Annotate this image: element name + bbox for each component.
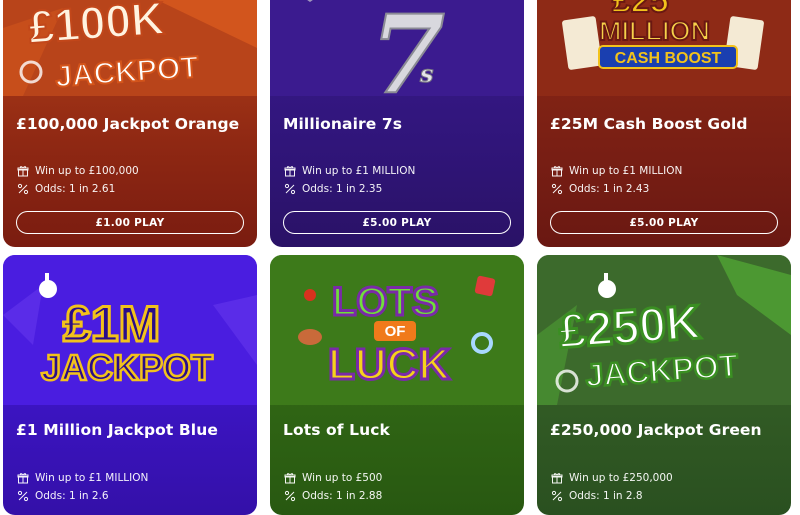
win-text: Win up to £1 MILLION	[302, 165, 416, 177]
logo-text-line3: LUCK	[328, 340, 450, 389]
logo-text-line1: LOTS	[332, 280, 439, 324]
gift-icon	[551, 166, 563, 177]
percent-icon	[551, 490, 563, 502]
game-title: £25M Cash Boost Gold	[550, 115, 748, 133]
odds-info: Odds: 1 in 2.6	[17, 490, 109, 502]
odds-text: Odds: 1 in 2.8	[569, 490, 643, 502]
odds-info: Odds: 1 in 2.8	[551, 490, 643, 502]
game-card-1-million-jackpot-blue[interactable]: £1M JACKPOT £1 Million Jackpot Blue Win …	[3, 255, 257, 515]
odds-text: Odds: 1 in 2.35	[302, 183, 383, 195]
percent-icon	[17, 490, 29, 502]
game-card-100k-jackpot-orange[interactable]: £100K JACKPOT £100,000 Jackpot Orange Wi…	[3, 0, 257, 247]
game-card-lots-of-luck[interactable]: LOTS OF LUCK Lots of Luck Win up to £500…	[270, 255, 524, 515]
logo-text-line2: JACKPOT	[41, 347, 213, 388]
odds-text: Odds: 1 in 2.61	[35, 183, 116, 195]
play-button[interactable]: £5.00 PLAY	[550, 211, 778, 234]
win-text: Win up to £500	[302, 472, 383, 484]
game-card-millionaire-7s[interactable]: 7 s Millionaire 7s Win up to £1 MILLION …	[270, 0, 524, 247]
percent-icon	[551, 183, 563, 195]
game-title: £1 Million Jackpot Blue	[16, 421, 218, 439]
logo-s: s	[419, 59, 434, 88]
game-title: Millionaire 7s	[283, 115, 403, 133]
play-button[interactable]: £1.00 PLAY	[16, 211, 244, 234]
odds-info: Odds: 1 in 2.35	[284, 183, 382, 195]
gift-icon	[284, 166, 296, 177]
logo-text-line2: OF	[385, 323, 406, 340]
gift-icon	[17, 166, 29, 177]
logo-text-line1: £250K	[557, 296, 702, 359]
dice-icon	[474, 275, 496, 297]
logo-text-line1: £1M	[63, 296, 160, 352]
ladybird-icon	[304, 289, 316, 301]
win-text: Win up to £1 MILLION	[569, 165, 683, 177]
logo-seven: 7	[370, 0, 445, 96]
gift-icon	[284, 473, 296, 484]
play-button[interactable]: £5.00 PLAY	[283, 211, 511, 234]
percent-icon	[284, 183, 296, 195]
win-info: Win up to £100,000	[17, 165, 139, 177]
game-title: £250,000 Jackpot Green	[550, 421, 762, 439]
game-logo-1m-jackpot: £1M JACKPOT	[3, 255, 257, 405]
win-text: Win up to £250,000	[569, 472, 673, 484]
game-logo-100k-jackpot: £100K JACKPOT	[3, 0, 257, 96]
game-logo-millionaire-7s: 7 s	[270, 0, 524, 96]
game-logo-250k-jackpot: £250K JACKPOT	[537, 255, 791, 405]
logo-text-line3: CASH BOOST	[615, 50, 722, 67]
odds-info: Odds: 1 in 2.61	[17, 183, 115, 195]
game-title: Lots of Luck	[283, 421, 390, 439]
game-logo-25m-cash-boost: £25 MILLION CASH BOOST	[537, 0, 791, 96]
odds-text: Odds: 1 in 2.6	[35, 490, 109, 502]
mushroom-icon	[298, 329, 322, 345]
win-info: Win up to £1 MILLION	[17, 472, 148, 484]
win-text: Win up to £1 MILLION	[35, 472, 149, 484]
odds-text: Odds: 1 in 2.43	[569, 183, 650, 195]
odds-text: Odds: 1 in 2.88	[302, 490, 383, 502]
percent-icon	[17, 183, 29, 195]
win-info: Win up to £1 MILLION	[551, 165, 682, 177]
gift-icon	[551, 473, 563, 484]
game-logo-lots-of-luck: LOTS OF LUCK	[270, 255, 524, 405]
game-card-25m-cash-boost-gold[interactable]: £25 MILLION CASH BOOST £25M Cash Boost G…	[537, 0, 791, 247]
logo-text-line2: MILLION	[599, 16, 710, 46]
game-card-250k-jackpot-green[interactable]: £250K JACKPOT £250,000 Jackpot Green Win…	[537, 255, 791, 515]
percent-icon	[284, 490, 296, 502]
odds-info: Odds: 1 in 2.43	[551, 183, 649, 195]
win-info: Win up to £500	[284, 472, 382, 484]
gift-icon	[17, 473, 29, 484]
odds-info: Odds: 1 in 2.88	[284, 490, 382, 502]
win-info: Win up to £250,000	[551, 472, 673, 484]
win-text: Win up to £100,000	[35, 165, 139, 177]
game-title: £100,000 Jackpot Orange	[16, 115, 240, 133]
win-info: Win up to £1 MILLION	[284, 165, 415, 177]
